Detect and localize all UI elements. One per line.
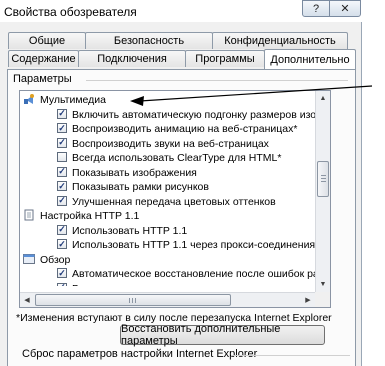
reset-divider — [232, 355, 350, 356]
settings-option[interactable]: ✓ Показывать рамки рисунков — [20, 180, 317, 195]
option-label: Всегда использовать ClearType для HTML* — [72, 152, 282, 165]
settings-option[interactable]: ✓ Воспроизводить звуки на веб-страницах — [20, 137, 317, 152]
option-checkbox[interactable]: ✓ — [57, 181, 67, 191]
settings-section: Настройка HTTP 1.1 — [20, 209, 317, 224]
window-title: Свойства обозревателя — [4, 5, 137, 19]
scroll-corner — [315, 292, 330, 307]
settings-rows: Мультимедиа ✓ Включить автоматическую подг… — [20, 93, 317, 286]
option-checkbox[interactable]: ✓ — [57, 239, 67, 249]
title-bar: Свойства обозревателя ? ✕ — [0, 0, 362, 22]
option-label: Автоматическое восстановление после ошиб… — [72, 268, 317, 281]
tab-general[interactable]: Общие — [8, 32, 86, 49]
option-checkbox[interactable]: ✓ — [57, 108, 67, 119]
option-label: Воспроизводить анимацию на веб-страницах… — [72, 123, 298, 136]
option-checkbox[interactable] — [57, 152, 67, 162]
option-checkbox[interactable]: ✓ — [57, 137, 67, 148]
horizontal-scroll-thumb[interactable] — [35, 294, 231, 306]
option-label: Использовать HTTP 1.1 — [72, 224, 188, 237]
option-label: Показывать рамки рисунков — [72, 181, 209, 194]
option-label: Улучшенная передача цветовых оттенков — [72, 195, 276, 208]
settings-list[interactable]: Мультимедиа ✓ Включить автоматическую подг… — [19, 90, 331, 308]
restore-advanced-button[interactable]: Восстановить дополнительные параметры — [120, 323, 325, 347]
option-label: Воспроизводить звуки на веб-страницах — [72, 137, 269, 150]
settings-option[interactable]: ✓ Показывать изображения — [20, 166, 317, 181]
settings-section: Обзор — [20, 253, 317, 268]
settings-section: Мультимедиа — [20, 93, 317, 108]
settings-option[interactable]: ✓ Автоматическое восстановление после оши… — [20, 267, 317, 282]
section-label: Настройка HTTP 1.1 — [40, 210, 140, 223]
settings-option[interactable]: ✓ Включение рекомендуемых узлов — [20, 282, 317, 286]
reset-section-label: Сброс параметров настройки Internet Expl… — [22, 348, 260, 360]
vertical-scroll-thumb[interactable] — [317, 161, 329, 197]
settings-option[interactable]: ✓ Включить автоматическую подгонку размер… — [20, 108, 317, 123]
group-divider — [86, 80, 348, 81]
option-checkbox[interactable]: ✓ — [57, 268, 67, 278]
title-buttons: ? ✕ — [302, 0, 362, 18]
scroll-up-icon[interactable]: ▲ — [316, 91, 330, 105]
option-checkbox[interactable]: ✓ — [57, 224, 67, 235]
option-label: Включение рекомендуемых узлов — [72, 283, 238, 286]
settings-option[interactable]: ✓ Улучшенная передача цветовых оттенков — [20, 195, 317, 210]
horizontal-scrollbar[interactable]: ◀ ▶ — [20, 292, 316, 307]
settings-option[interactable]: ✓ Воспроизводить анимацию на веб-страница… — [20, 122, 317, 137]
tab-programs[interactable]: Программы — [185, 50, 265, 67]
scroll-right-icon[interactable]: ▶ — [301, 293, 315, 307]
scroll-down-icon[interactable]: ▼ — [316, 277, 330, 291]
settings-option[interactable]: ✓ Использовать HTTP 1.1 через прокси-соед… — [20, 238, 317, 253]
settings-option[interactable]: Всегда использовать ClearType для HTML* — [20, 151, 317, 166]
section-label: Обзор — [40, 253, 71, 266]
option-checkbox[interactable]: ✓ — [57, 123, 67, 133]
option-checkbox[interactable]: ✓ — [57, 166, 67, 177]
option-label: Использовать HTTP 1.1 через прокси-соеди… — [72, 239, 316, 252]
section-label: Мультимедиа — [40, 94, 106, 107]
scroll-left-icon[interactable]: ◀ — [20, 293, 34, 307]
help-button[interactable]: ? — [302, 0, 330, 17]
option-label: Включить автоматическую подгонку размеро… — [72, 108, 317, 121]
option-label: Показывать изображения — [72, 166, 197, 179]
tab-connections[interactable]: Подключения — [78, 50, 186, 67]
tab-content[interactable]: Содержание — [8, 50, 79, 67]
tab-security[interactable]: Безопасность — [85, 32, 213, 49]
params-group-label: Параметры — [13, 73, 75, 85]
tab-advanced[interactable]: Дополнительно — [264, 49, 356, 69]
close-button[interactable]: ✕ — [329, 0, 361, 17]
option-checkbox[interactable]: ✓ — [57, 195, 67, 206]
page-icon — [23, 209, 35, 221]
multimedia-icon — [23, 93, 35, 105]
tab-privacy[interactable]: Конфиденциальность — [212, 32, 348, 49]
browse-icon — [23, 253, 35, 265]
vertical-scrollbar[interactable]: ▲ ▼ — [315, 91, 330, 293]
settings-option[interactable]: ✓ Использовать HTTP 1.1 — [20, 224, 317, 239]
option-checkbox[interactable]: ✓ — [57, 282, 67, 286]
